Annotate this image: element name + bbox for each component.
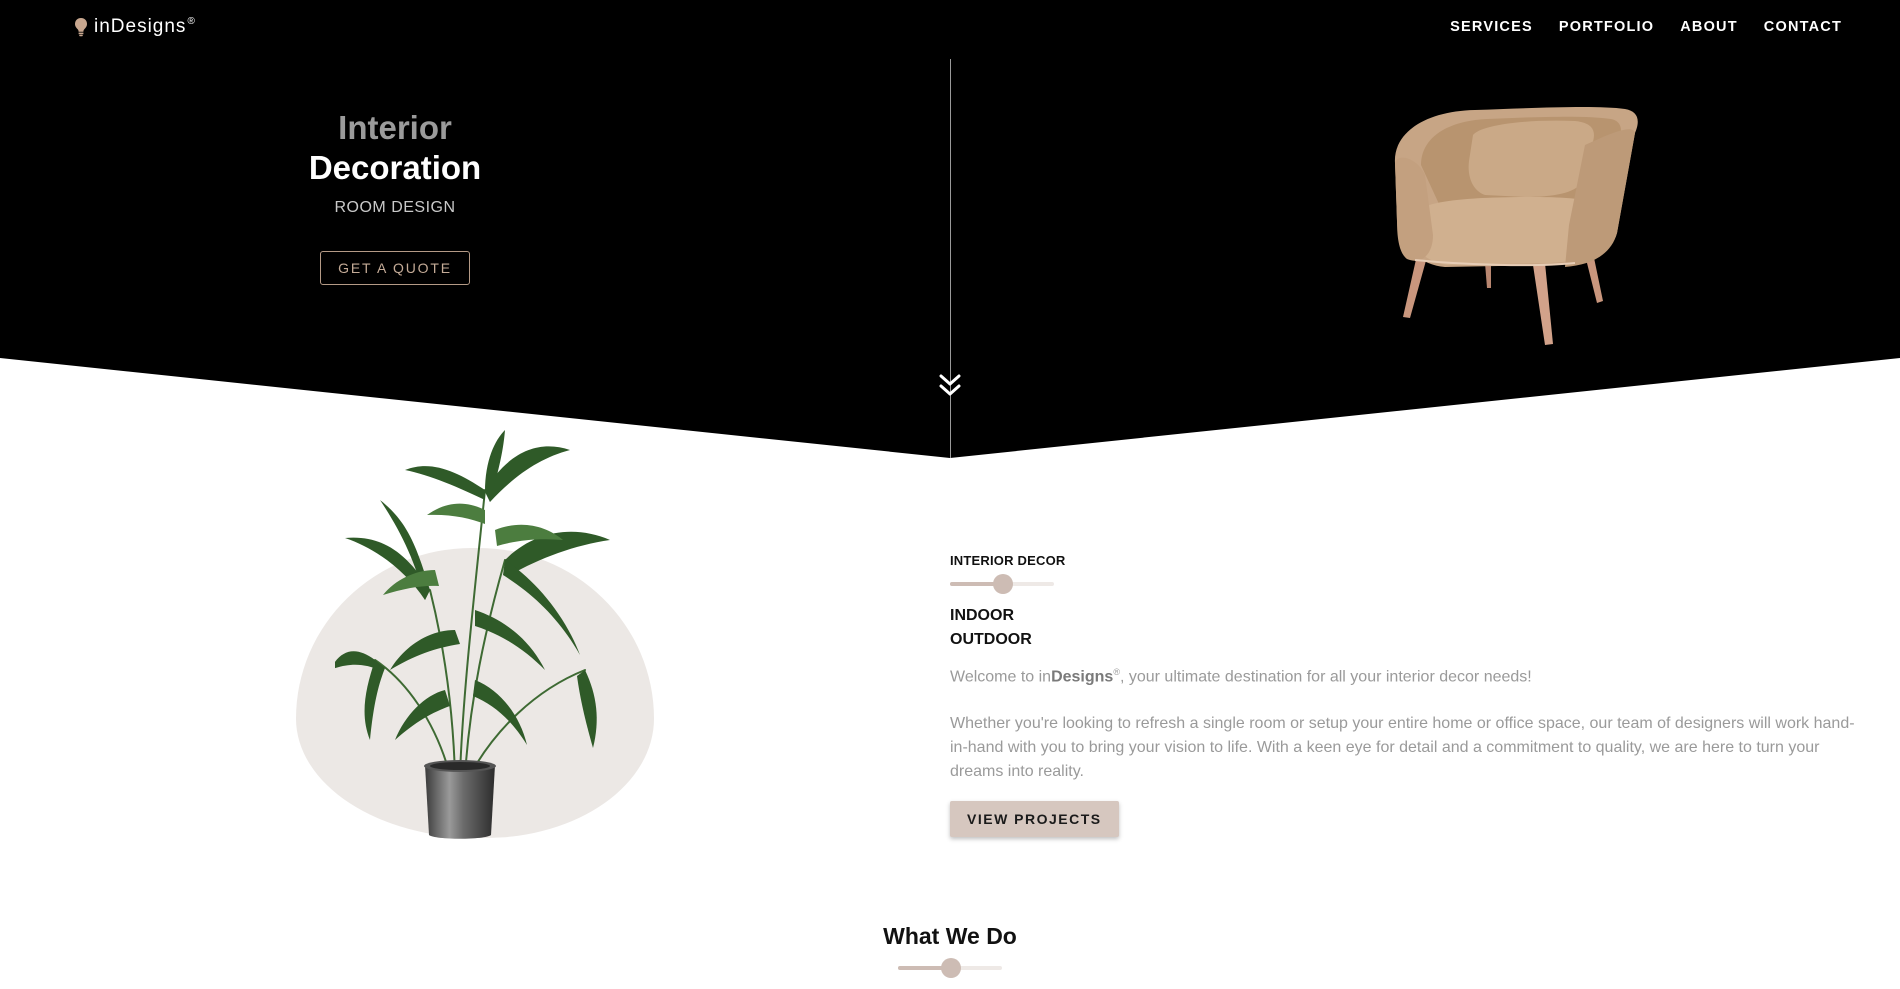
welcome-registered-mark: ® [1113,667,1120,677]
hero-title-line2: Decoration [308,149,482,186]
slider-knob[interactable] [941,958,961,978]
services-slider[interactable] [898,958,1002,978]
nav-portfolio[interactable]: PORTFOLIO [1559,19,1654,35]
hero-title-line1: Interior [338,109,452,146]
about-section: INTERIOR DECOR INDOOR OUTDOOR Welcome to… [950,553,1855,838]
main-nav: SERVICES PORTFOLIO ABOUT CONTACT [1450,19,1842,35]
welcome-prefix: Welcome to in [950,668,1052,686]
logo[interactable]: inDesigns ® [74,16,196,38]
welcome-suffix: , your ultimate destination for all your… [1119,668,1532,686]
hero-text-block: Interior Decoration ROOM DESIGN GET A QU… [240,108,550,285]
get-quote-button[interactable]: GET A QUOTE [320,251,470,285]
nav-contact[interactable]: CONTACT [1764,19,1842,35]
decor-tags: INDOOR OUTDOOR [950,604,1855,652]
tag-indoor: INDOOR [950,607,1014,624]
logo-registered-mark: ® [187,15,196,27]
nav-services[interactable]: SERVICES [1450,19,1533,35]
armchair-image [1394,107,1638,345]
welcome-text: Welcome to inDesigns®, your ultimate des… [950,660,1855,689]
view-projects-button[interactable]: VIEW PROJECTS [950,801,1119,838]
tag-outdoor: OUTDOOR [950,631,1032,648]
nav-about[interactable]: ABOUT [1680,19,1738,35]
potted-plant-image [335,430,610,839]
services-section: What We Do [0,923,1900,978]
hero-subtitle: ROOM DESIGN [334,199,456,216]
services-title: What We Do [883,923,1017,949]
decor-slider[interactable] [950,574,1054,594]
double-chevron-down-icon[interactable] [937,372,963,400]
lightbulb-icon [75,18,87,37]
welcome-brand: Designs [1051,668,1114,686]
logo-text: inDesigns [94,16,187,37]
section-eyebrow: INTERIOR DECOR [950,553,1066,568]
about-description: Whether you're looking to refresh a sing… [950,715,1855,781]
slider-knob[interactable] [993,574,1013,594]
